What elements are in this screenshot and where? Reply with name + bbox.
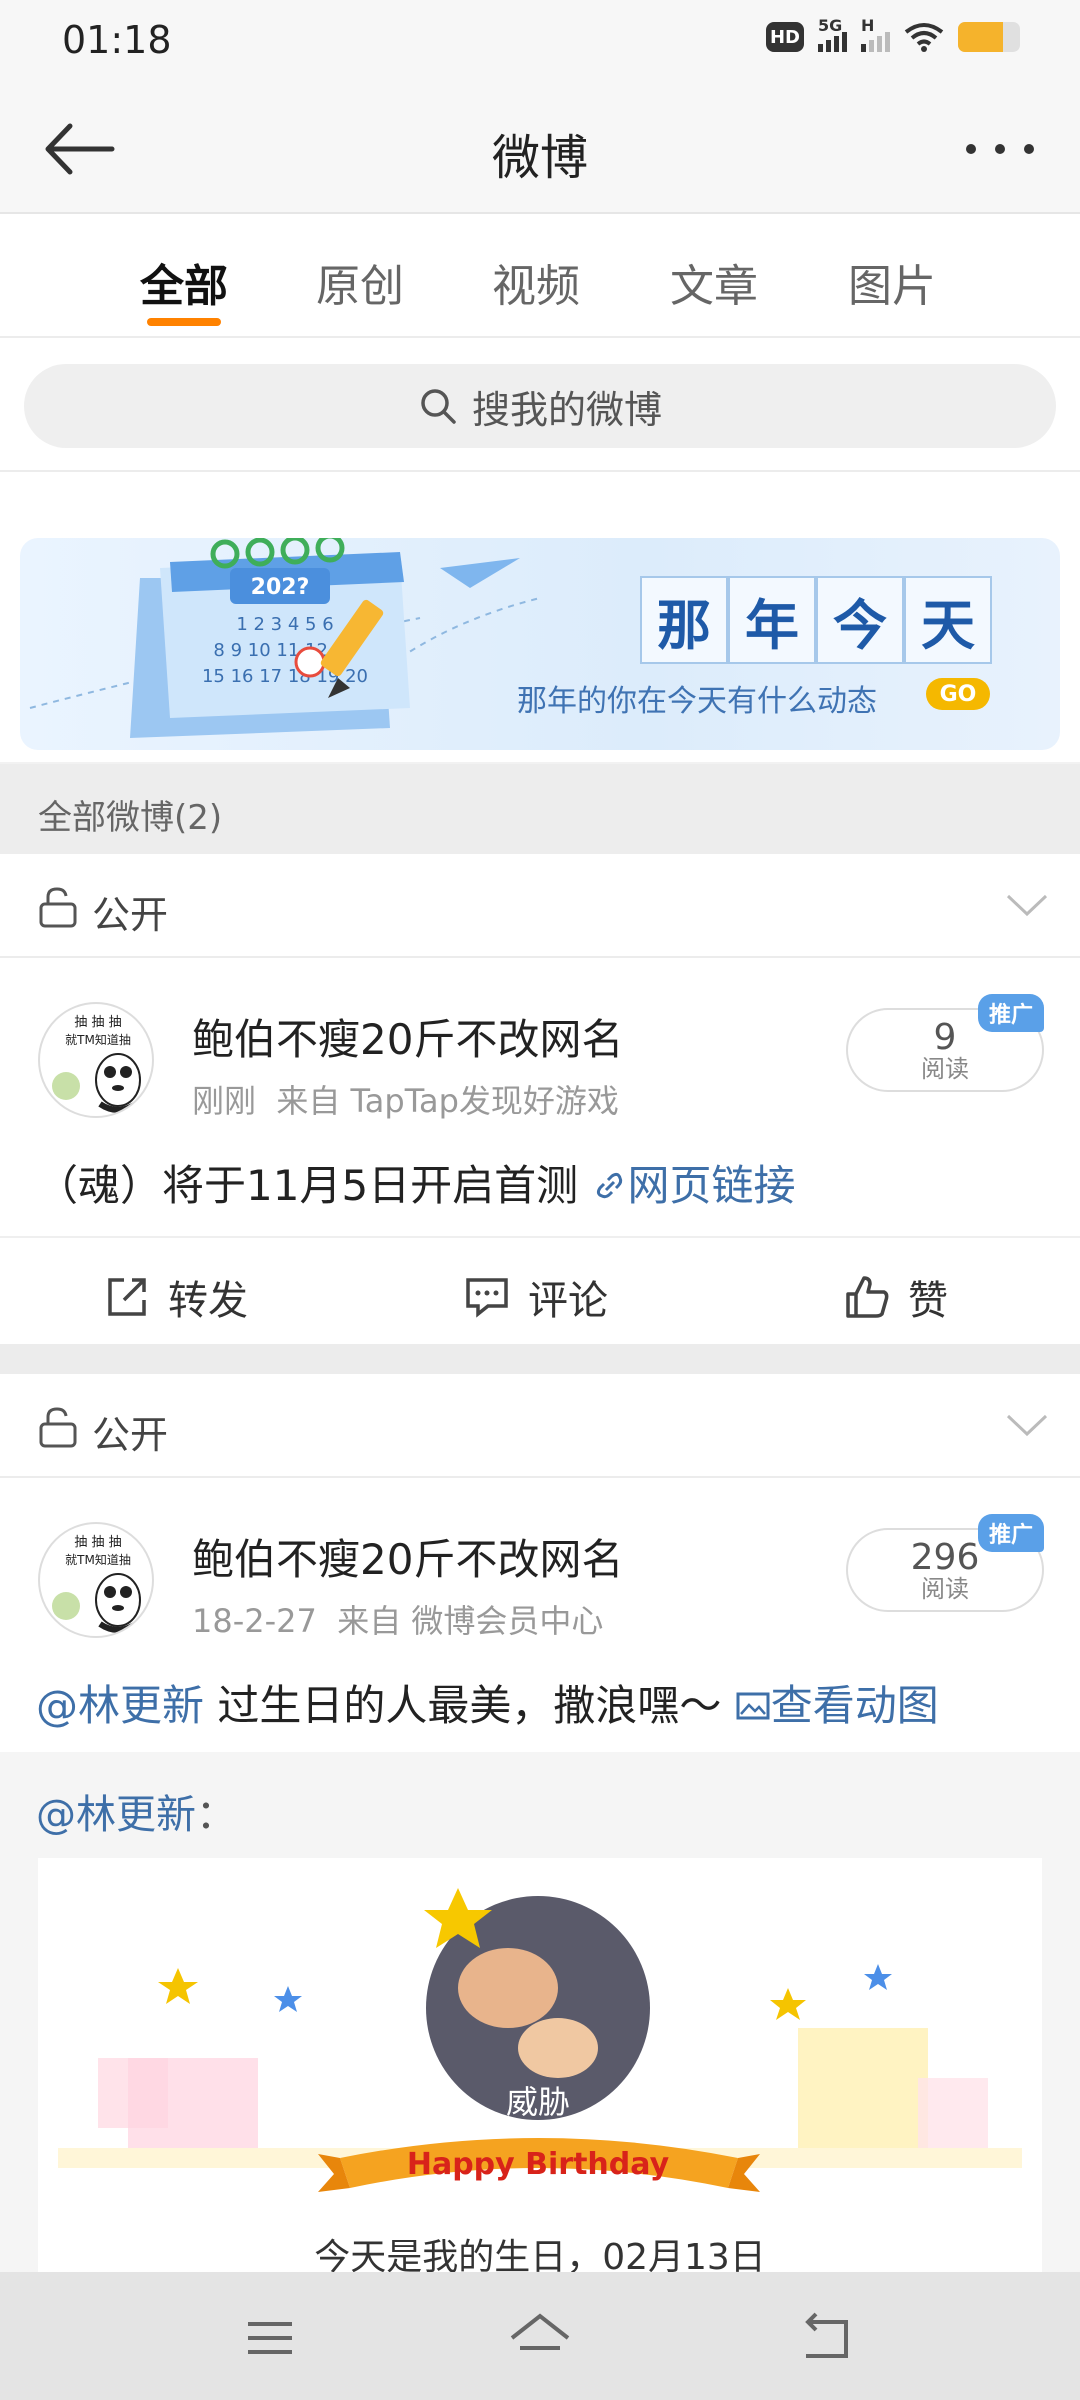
- search-placeholder: 搜我的微博: [471, 387, 662, 432]
- svg-text:202?: 202?: [251, 575, 310, 600]
- tab-image[interactable]: 图片: [822, 250, 962, 314]
- comment-icon: [466, 1278, 508, 1318]
- tab-article[interactable]: 文章: [644, 250, 784, 314]
- repost-button[interactable]: 转发: [104, 1268, 248, 1326]
- image-icon: [736, 1692, 770, 1720]
- share-icon: [108, 1278, 146, 1316]
- section-header: 全部微博(2): [0, 764, 1080, 854]
- privacy-label: 公开: [92, 1413, 169, 1457]
- birthday-card[interactable]: 威胁 Happy Birthday 今天是我的生日，02月13日: [38, 1858, 1042, 2278]
- link-icon: [596, 1172, 622, 1199]
- search-input[interactable]: 搜我的微博: [24, 364, 1056, 448]
- nav-bar: 微博: [0, 84, 1080, 214]
- post-meta: 18-2-27 来自 微博会员中心: [192, 1602, 604, 1640]
- chevron-down-icon[interactable]: [1004, 1404, 1050, 1444]
- comment-button[interactable]: 评论: [464, 1268, 608, 1326]
- status-bar: 01:18 HD 5G H: [0, 0, 1080, 84]
- web-link[interactable]: 网页链接: [592, 1161, 796, 1210]
- post-text: @林更新 过生日的人最美，撒浪嘿～ 查看动图: [36, 1681, 939, 1730]
- privacy-row[interactable]: 公开: [0, 1374, 1080, 1478]
- post-text: （魂）将于11月5日开启首测 网页链接: [36, 1161, 796, 1210]
- more-options-icon[interactable]: [960, 124, 1040, 174]
- post-actions: 转发 评论 赞: [0, 1236, 1080, 1344]
- svg-text:抽 抽 抽: 抽 抽 抽: [74, 1535, 121, 1550]
- search-area: 搜我的微博: [0, 338, 1080, 472]
- on-this-day-banner[interactable]: 202? 1 2 3 4 5 6 8 9 10 11 12 13 15 16 1…: [20, 538, 1060, 750]
- tab-video[interactable]: 视频: [466, 250, 606, 314]
- thumbs-up-icon: [846, 1276, 889, 1318]
- tab-original[interactable]: 原创: [290, 250, 430, 314]
- birthday-caption: 今天是我的生日，02月13日: [314, 2237, 766, 2278]
- svg-text:就TM知道抽: 就TM知道抽: [65, 1553, 131, 1567]
- unlock-icon: [39, 887, 77, 928]
- menu-icon[interactable]: [230, 2308, 310, 2368]
- promote-badge[interactable]: 推广: [978, 994, 1044, 1032]
- svg-text:1 2 3 4 5 6: 1 2 3 4 5 6: [236, 614, 333, 635]
- status-icons: HD 5G H: [766, 16, 1020, 52]
- promote-badge[interactable]: 推广: [978, 1514, 1044, 1552]
- post-card[interactable]: 抽 抽 抽 就TM知道抽 鲍伯不瘦20斤不改网名 刚刚 来自 TapTap发现好…: [0, 958, 1080, 1344]
- page-title: 微博: [491, 130, 588, 186]
- banner-subtitle: 那年的你在今天有什么动态: [517, 684, 877, 719]
- post-card[interactable]: 抽 抽 抽 就TM知道抽 鲍伯不瘦20斤不改网名 18-2-27 来自 微博会员…: [0, 1478, 1080, 1752]
- back-nav-icon[interactable]: [786, 2308, 866, 2368]
- privacy-label: 公开: [92, 893, 169, 937]
- section-title: 全部微博(2): [38, 798, 223, 838]
- chevron-down-icon[interactable]: [1004, 884, 1050, 924]
- home-icon[interactable]: [500, 2308, 580, 2368]
- repost-username[interactable]: @林更新：: [36, 1782, 236, 1840]
- signal-h-icon: H: [861, 16, 890, 52]
- avatar[interactable]: 抽 抽 抽 就TM知道抽: [38, 1522, 154, 1638]
- post-meta: 刚刚 来自 TapTap发现好游戏: [192, 1082, 619, 1120]
- avatar[interactable]: 抽 抽 抽 就TM知道抽: [38, 1002, 154, 1118]
- post-username[interactable]: 鲍伯不瘦20斤不改网名: [192, 1526, 623, 1587]
- banner-section: 202? 1 2 3 4 5 6 8 9 10 11 12 13 15 16 1…: [0, 472, 1080, 762]
- tab-all[interactable]: 全部: [114, 250, 254, 314]
- svg-text:抽 抽 抽: 抽 抽 抽: [74, 1015, 121, 1030]
- banner-title: 那年今天: [640, 576, 992, 664]
- svg-text:就TM知道抽: 就TM知道抽: [65, 1033, 131, 1047]
- status-time: 01:18: [62, 18, 172, 62]
- mention-link[interactable]: @林更新: [36, 1681, 204, 1730]
- like-button[interactable]: 赞: [844, 1268, 948, 1326]
- battery-icon: [958, 22, 1020, 52]
- search-icon: [421, 389, 456, 424]
- birthday-illustration: 威胁 Happy Birthday: [58, 1888, 1022, 2192]
- divider: [0, 1344, 1080, 1374]
- svg-text:威胁: 威胁: [506, 2083, 570, 2121]
- view-gif-link[interactable]: 查看动图: [735, 1681, 939, 1730]
- active-tab-indicator: [147, 318, 221, 326]
- signal-5g-icon: 5G: [818, 16, 847, 52]
- wifi-icon: [904, 23, 944, 52]
- hd-icon: HD: [766, 22, 804, 52]
- svg-text:Happy Birthday: Happy Birthday: [407, 2147, 670, 2182]
- unlock-icon: [39, 1407, 77, 1448]
- privacy-row[interactable]: 公开: [0, 854, 1080, 958]
- post-username[interactable]: 鲍伯不瘦20斤不改网名: [192, 1006, 623, 1067]
- system-nav-bar: [0, 2272, 1080, 2400]
- repost-content[interactable]: @林更新： 威胁 Happy Birthday 今天是我的生日，02月13日: [0, 1752, 1080, 2278]
- go-button[interactable]: GO: [926, 678, 990, 710]
- filter-tabs: 全部 原创 视频 文章 图片: [0, 214, 1080, 338]
